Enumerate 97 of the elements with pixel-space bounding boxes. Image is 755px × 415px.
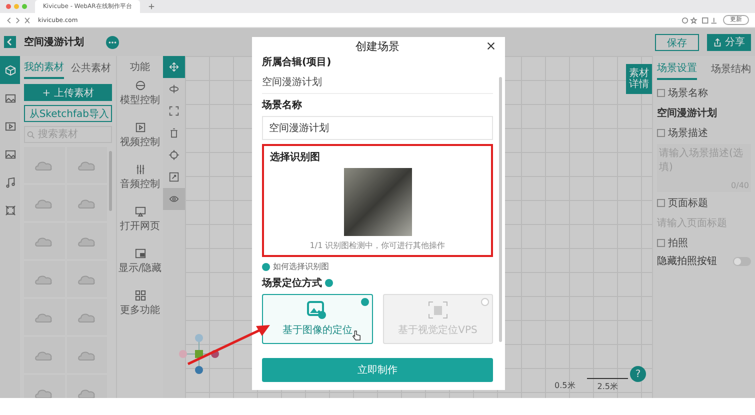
settings-tab[interactable]: 场景结构 xyxy=(711,59,751,79)
scale-label: 2.5米 xyxy=(587,378,628,392)
model-thumbnail[interactable] xyxy=(66,261,107,297)
upload-button[interactable]: + 上传素材 xyxy=(24,84,112,101)
chat-icon[interactable] xyxy=(106,36,119,48)
model-thumbnail[interactable] xyxy=(66,337,107,373)
radio-indicator xyxy=(481,298,489,306)
scale-icon xyxy=(169,106,179,116)
crosshair-icon xyxy=(169,150,179,160)
field-label: 所属合辑(项目) xyxy=(262,56,332,69)
submit-button[interactable]: 立即制作 xyxy=(262,358,493,382)
rotate-icon xyxy=(169,84,179,94)
scene-name-input[interactable]: 空间漫游计划 xyxy=(262,116,493,140)
function-item[interactable]: 显示/隐藏 xyxy=(118,248,162,290)
eye-icon xyxy=(169,194,179,204)
toggle-label: 隐藏拍照按钮 xyxy=(657,254,717,268)
function-item[interactable]: 模型控制 xyxy=(120,80,160,122)
field-label: 拍照 xyxy=(668,236,688,250)
function-icon xyxy=(134,80,146,91)
frame-icon xyxy=(4,204,16,216)
model-thumbnail[interactable] xyxy=(24,299,64,335)
sidebar-item[interactable] xyxy=(0,56,20,84)
positioning-option[interactable]: 基于图像的定位 xyxy=(262,294,372,344)
new-tab-icon[interactable] xyxy=(148,3,155,10)
function-icon xyxy=(134,248,146,259)
field-label: 场景定位方式 xyxy=(262,276,322,290)
scale-label: 0.5米 xyxy=(554,380,576,392)
model-thumbnail[interactable] xyxy=(66,185,107,221)
collapse-icon[interactable] xyxy=(657,89,665,97)
collapse-icon[interactable] xyxy=(657,199,665,207)
help-icon xyxy=(262,262,270,270)
image-icon xyxy=(4,148,16,160)
collapse-icon[interactable] xyxy=(657,239,665,247)
collapse-icon[interactable] xyxy=(657,129,665,137)
view-button[interactable] xyxy=(163,188,185,210)
function-icon xyxy=(134,164,146,175)
help-icon[interactable] xyxy=(325,279,333,287)
materials-tab[interactable]: 公共素材 xyxy=(71,58,111,78)
share-icon xyxy=(713,38,722,46)
cube-icon xyxy=(4,64,16,76)
scrollbar[interactable] xyxy=(499,77,502,342)
photo-placeholder[interactable] xyxy=(344,168,412,236)
collection-select[interactable]: 空间漫游计划 xyxy=(262,73,493,94)
project-title: 空间漫游计划 xyxy=(24,36,84,49)
model-thumbnail[interactable] xyxy=(66,299,107,335)
radio-indicator xyxy=(360,298,368,306)
model-thumbnail[interactable] xyxy=(24,185,64,221)
back-button[interactable] xyxy=(4,36,16,48)
dialog-title: 创建场景 xyxy=(356,38,400,54)
status-text: 1/1 识别图检测中，你可进行其他操作 xyxy=(310,240,446,251)
save-button[interactable]: 保存 xyxy=(655,34,699,50)
function-item[interactable]: 打开网页 xyxy=(120,206,160,248)
function-item[interactable]: 视频控制 xyxy=(120,122,160,164)
model-thumbnail[interactable] xyxy=(66,147,107,183)
function-icon xyxy=(134,206,146,217)
toolbar-icon[interactable] xyxy=(681,16,717,24)
field-label: 页面标题 xyxy=(668,196,708,210)
settings-tab[interactable]: 场景设置 xyxy=(657,58,697,80)
scrollbar[interactable] xyxy=(109,151,112,211)
help-button[interactable]: ? xyxy=(630,366,646,382)
materials-tab[interactable]: 我的素材 xyxy=(24,57,64,79)
window-controls-icon[interactable] xyxy=(6,4,27,9)
toggle-switch[interactable] xyxy=(733,256,751,266)
move-tool-button[interactable] xyxy=(163,56,185,78)
function-icon xyxy=(134,290,146,301)
scene-name-field[interactable]: 空间漫游计划 xyxy=(657,104,751,122)
hand-cursor-icon xyxy=(352,330,361,341)
fit-icon xyxy=(169,172,179,182)
image-icon xyxy=(4,92,16,104)
axis-gizmo-drawing[interactable] xyxy=(177,332,221,376)
function-item[interactable]: 更多功能 xyxy=(120,290,160,332)
field-label: 选择识别图 xyxy=(270,150,320,164)
model-thumbnail[interactable] xyxy=(24,223,64,259)
play-icon xyxy=(4,120,16,132)
model-thumbnail[interactable] xyxy=(24,147,64,183)
field-label: 场景描述 xyxy=(668,126,708,140)
field-label: 场景名称 xyxy=(262,98,303,112)
music-note-icon xyxy=(4,176,16,188)
material-details-tab[interactable]: 素材详情 xyxy=(626,64,652,94)
share-button[interactable]: 分享 xyxy=(707,34,751,50)
model-thumbnail[interactable] xyxy=(24,337,64,373)
move-icon xyxy=(169,62,179,72)
trash-icon xyxy=(169,128,179,138)
search-icon xyxy=(27,131,35,139)
image-icon xyxy=(307,301,328,319)
function-item[interactable]: 音频控制 xyxy=(120,164,160,206)
model-thumbnail[interactable] xyxy=(24,261,64,297)
model-thumbnail[interactable] xyxy=(66,223,107,259)
import-button[interactable]: 从Sketchfab导入 xyxy=(24,105,112,122)
building-scan-icon xyxy=(428,301,448,319)
functions-heading: 功能 xyxy=(130,60,150,75)
function-icon xyxy=(134,122,146,133)
field-label: 场景名称 xyxy=(668,86,708,100)
back-icon xyxy=(6,38,14,46)
navigation-icon[interactable] xyxy=(6,16,32,24)
help-link[interactable]: 如何选择识别图 xyxy=(273,261,329,272)
close-icon[interactable] xyxy=(487,42,495,50)
